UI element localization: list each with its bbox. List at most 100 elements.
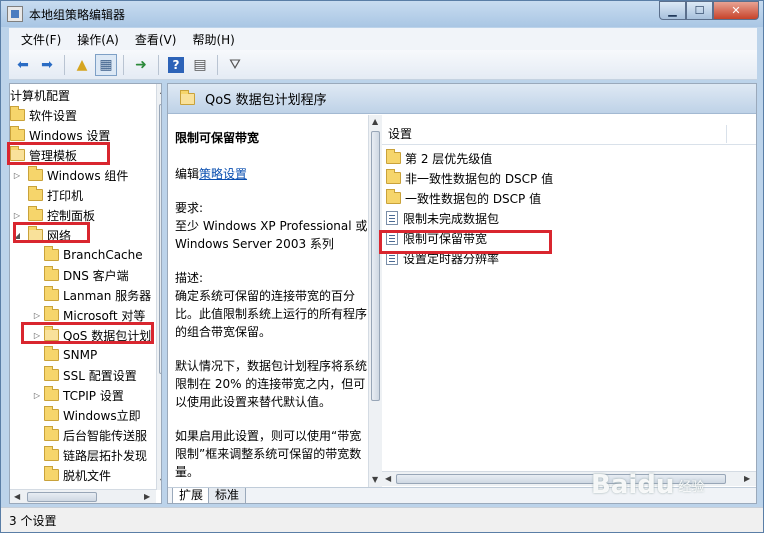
expand-arrow-icon[interactable]: ▷ [32,391,42,400]
up-button[interactable]: ▲ [71,54,93,76]
expand-arrow-icon[interactable]: ▷ [32,311,42,320]
list-item-label: 限制未完成数据包 [403,211,500,226]
description-pane: 限制可保留带宽 编辑策略设置 要求: 至少 Windows XP Profess… [168,115,382,487]
list-item[interactable]: 非一致性数据包的 DSCP 值 [386,168,553,188]
minimize-button[interactable]: ▁ [659,1,686,20]
column-divider[interactable] [726,125,727,143]
tree-item[interactable]: 打印机 [22,185,83,205]
menu-file[interactable]: 文件(F) [13,31,69,48]
tab-standard[interactable]: 标准 [208,488,247,503]
scroll-thumb[interactable] [27,492,97,502]
list-item[interactable]: 设置定时器分辨率 [386,248,499,268]
tree-item[interactable]: SNMP [44,345,97,365]
scroll-up-icon[interactable]: ▲ [160,86,161,95]
tree-item[interactable]: Windows 设置 [10,125,110,145]
filter-button[interactable]: ⛛ [224,54,246,76]
description-scrollbar[interactable]: ▲ ▼ [368,115,382,487]
up-folder-icon: ▲ [76,56,88,73]
tree-item[interactable]: ◢ 网络 [12,225,71,245]
tree-item[interactable]: ▷ Windows 组件 [12,165,128,185]
tree-item-label: 打印机 [47,188,84,203]
close-button[interactable]: ✕ [713,1,759,20]
menu-view[interactable]: 查看(V) [127,31,185,48]
list-item[interactable]: 第 2 层优先级值 [386,148,492,168]
tree-item[interactable]: ▷ TCPIP 设置 [32,385,124,405]
folder-icon [28,166,43,181]
details-header: QoS 数据包计划程序 [168,84,756,114]
list-item-label: 限制可保留带宽 [403,231,488,246]
collapse-arrow-icon[interactable]: ◢ [12,231,22,240]
toolbar-separator [64,54,65,75]
tree-pane[interactable]: 计算机配置 软件设置 Windows 设置 管理模板 ▷ Windows 组件 … [9,83,162,504]
description-text: 确定系统可保留的连接带宽的百分比。此值限制系统上运行的所有程序的组合带宽保留。 [175,289,368,339]
scroll-right-icon[interactable]: ▶ [144,492,150,501]
maximize-icon: ☐ [694,4,705,17]
folder-icon [386,189,401,204]
tree-vertical-scrollbar[interactable]: ▲ ▼ [156,84,161,490]
folder-icon [10,126,25,141]
minimize-icon: ▁ [668,4,677,17]
tree-item[interactable]: 计算机配置 [10,85,70,105]
tree-item[interactable]: DNS 客户端 [44,265,129,285]
description-label: 描述: [175,271,204,285]
tree-item[interactable]: 链路层拓扑发现 [44,445,147,465]
tree-item-label: 链路层拓扑发现 [63,448,148,463]
tree-item[interactable]: Lanman 服务器 [44,285,151,305]
folder-icon [10,106,25,121]
filter-icon: ⛛ [229,56,241,73]
menu-help[interactable]: 帮助(H) [184,31,242,48]
back-icon: ⬅ [17,56,29,73]
tree-item[interactable]: ▷ 控制面板 [12,205,95,225]
edit-policy-link[interactable]: 策略设置 [199,167,247,181]
tree-item[interactable]: 脱机文件 [44,465,111,485]
tree-item-label: Lanman 服务器 [63,288,152,303]
export-button[interactable]: ➜ [130,54,152,76]
menu-action[interactable]: 操作(A) [69,31,127,48]
policy-setting-icon [386,231,398,245]
scroll-down-icon[interactable]: ▼ [372,475,378,484]
list-column-header[interactable]: 设置 [382,123,756,145]
window: 本地组策略编辑器 ▁ ☐ ✕ 文件(F) 操作(A) 查看(V) 帮助(H) ⬅… [0,0,764,533]
list-item[interactable]: 限制未完成数据包 [386,208,499,228]
tree-item[interactable]: ▷ QoS 数据包计划 [32,325,151,345]
list-item-label: 一致性数据包的 DSCP 值 [405,191,542,206]
list-item[interactable]: 限制可保留带宽 [386,228,487,248]
back-button[interactable]: ⬅ [12,54,34,76]
column-settings-label: 设置 [388,127,413,141]
scroll-thumb[interactable] [371,131,380,401]
tree-item[interactable]: SSL 配置设置 [44,365,137,385]
expand-arrow-icon[interactable]: ▷ [12,171,22,180]
forward-button[interactable]: ➡ [36,54,58,76]
window-title: 本地组策略编辑器 [29,8,126,22]
scroll-up-icon[interactable]: ▲ [372,117,378,126]
scroll-down-icon[interactable]: ▼ [160,477,161,486]
expand-arrow-icon[interactable]: ▷ [32,331,42,340]
maximize-button[interactable]: ☐ [686,1,713,20]
tree-item[interactable]: 管理模板 [10,145,77,165]
tree-item[interactable]: BranchCache [44,245,143,265]
tree-item[interactable]: Windows立即 [44,405,141,425]
tree-item-label: Microsoft 对等 [63,308,146,323]
list-item[interactable]: 一致性数据包的 DSCP 值 [386,188,541,208]
edit-prefix: 编辑 [175,167,200,181]
scroll-left-icon[interactable]: ◀ [14,492,20,501]
show-tree-icon: ▦ [99,56,113,73]
tab-extended[interactable]: 扩展 [172,488,211,503]
folder-open-icon [180,89,195,105]
folder-icon [44,386,59,401]
folder-icon [28,186,43,201]
folder-icon [44,446,59,461]
scroll-thumb[interactable] [159,104,161,374]
expand-arrow-icon[interactable]: ▷ [12,211,22,220]
status-bar: 3 个设置 [1,507,763,532]
help-button[interactable]: ? [165,54,187,76]
tree-item[interactable]: ▷ Microsoft 对等 [32,305,145,325]
edit-policy-line: 编辑策略设置 [175,165,373,183]
show-tree-button[interactable]: ▦ [95,53,117,76]
properties-button[interactable]: ▤ [189,54,211,76]
baidu-watermark: Baidu 经验 [591,467,761,503]
scroll-left-icon[interactable]: ◀ [385,474,391,483]
tree-item[interactable]: 软件设置 [10,105,77,125]
tree-horizontal-scrollbar[interactable]: ◀ ▶ [10,489,156,503]
tree-item[interactable]: 后台智能传送服 [44,425,147,445]
